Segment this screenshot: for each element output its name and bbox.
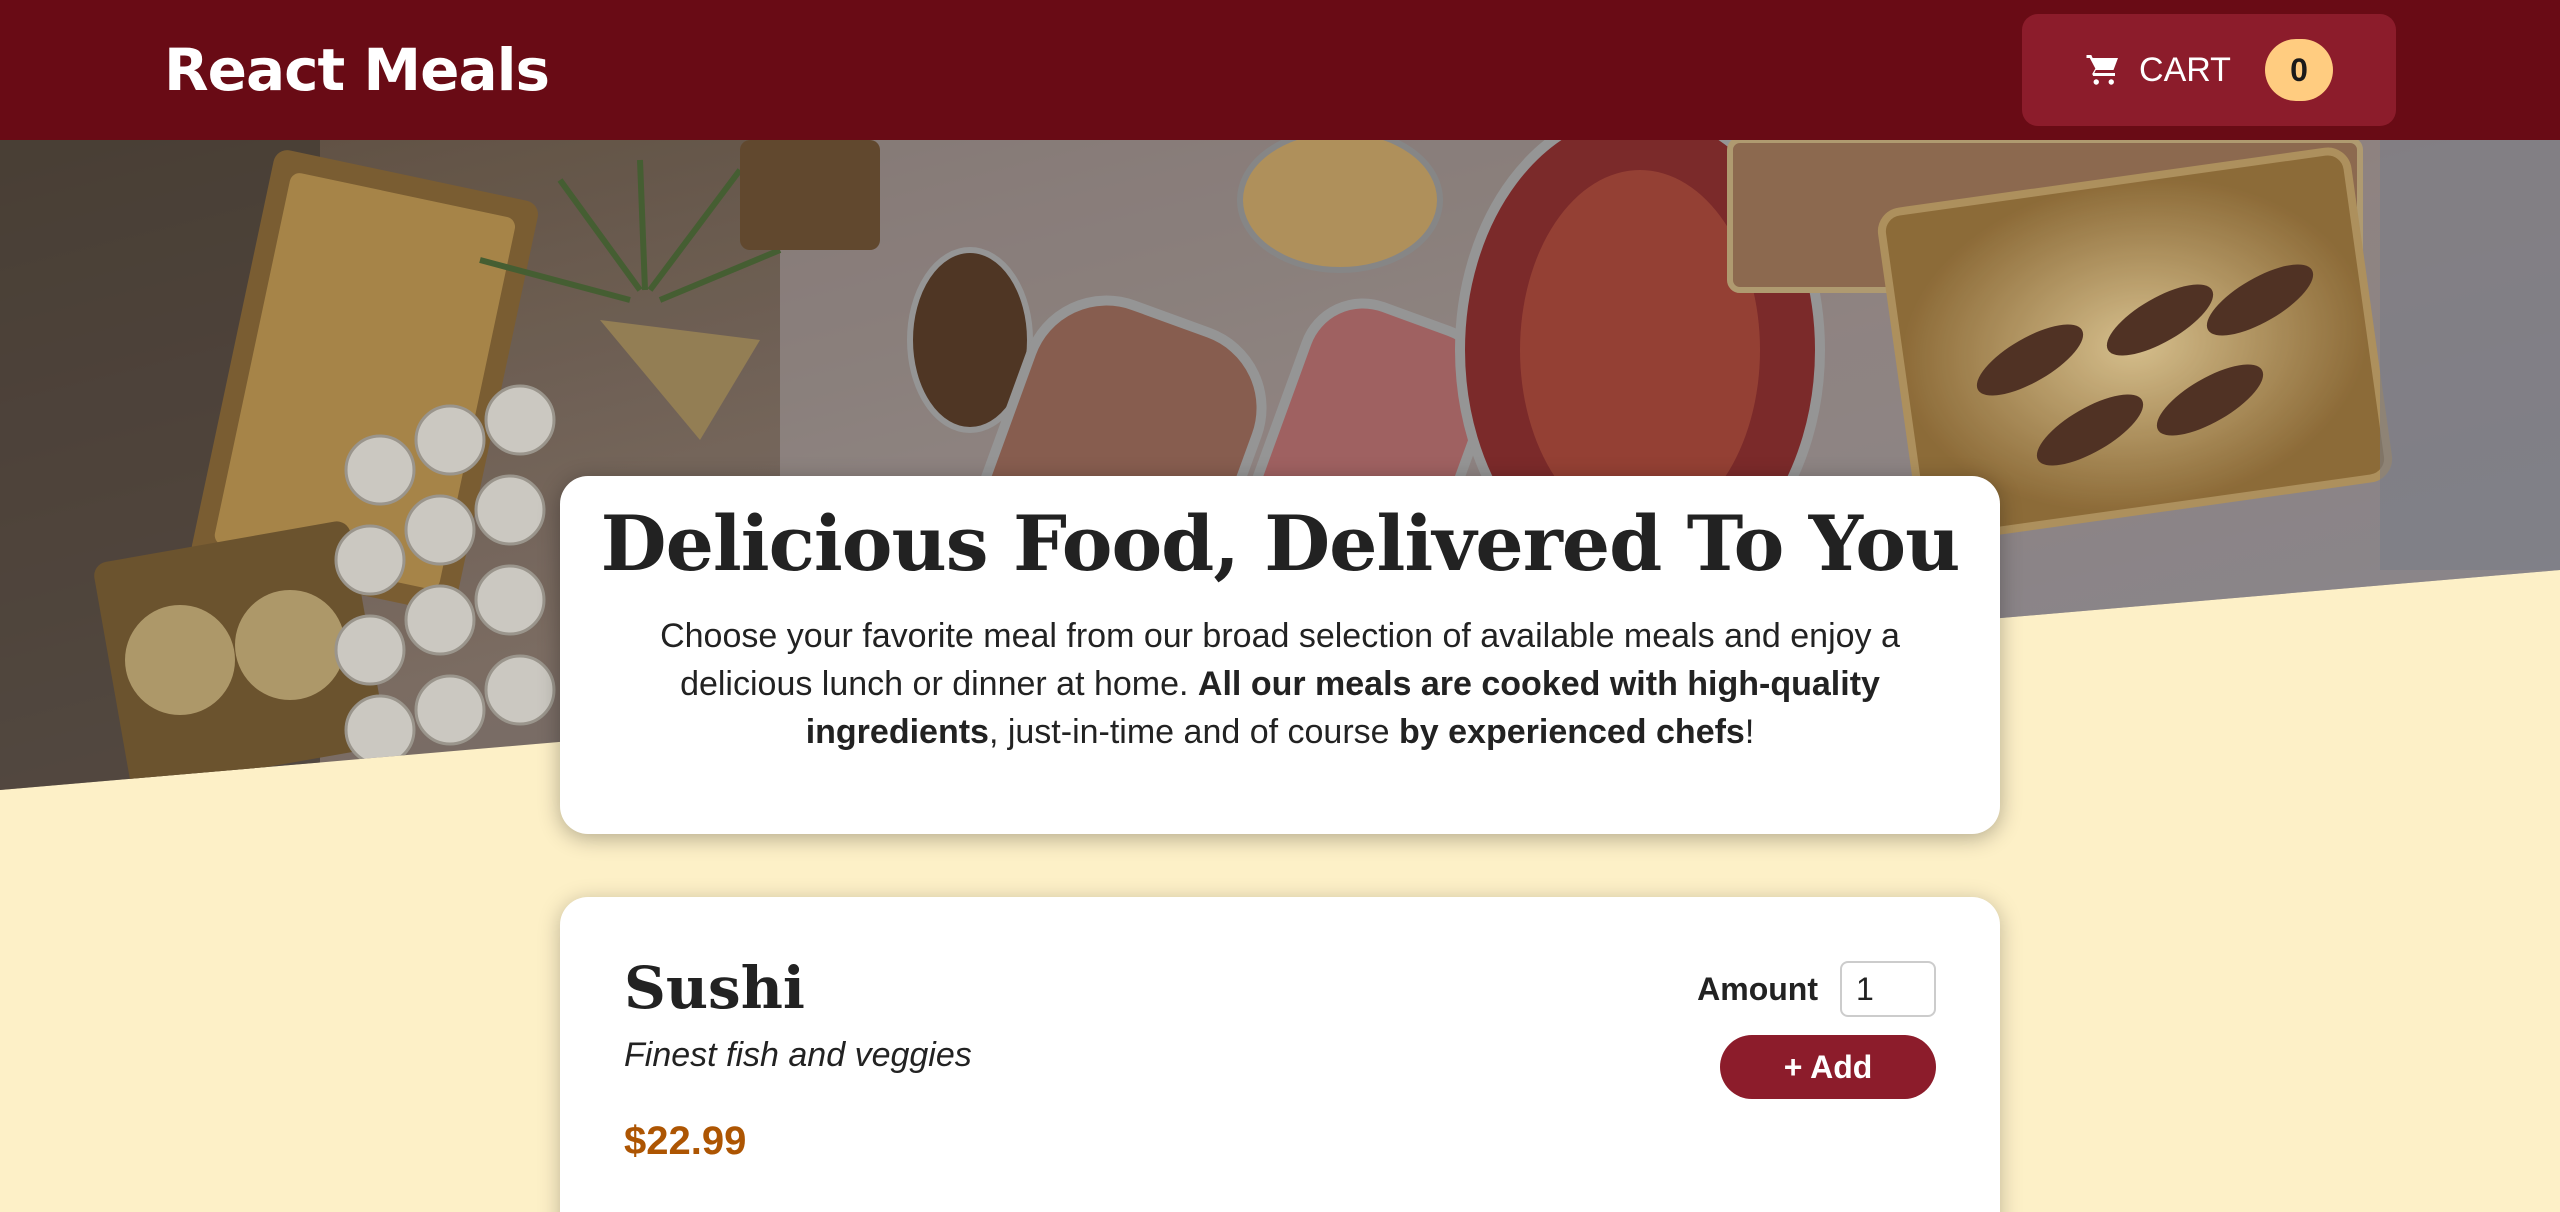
main-header: React Meals CART 0 (0, 0, 2560, 140)
amount-input[interactable] (1840, 961, 1936, 1017)
amount-row: Amount (1697, 961, 1936, 1017)
summary-text: Choose your favorite meal from our broad… (596, 612, 1964, 756)
cart-count-badge: 0 (2264, 39, 2333, 101)
cart-label: CART (2139, 50, 2231, 89)
summary-heading: Delicious Food, Delivered To You (600, 499, 1961, 588)
cart-button[interactable]: CART 0 (2022, 14, 2396, 126)
summary-text-part3: ! (1744, 712, 1755, 751)
shopping-cart-icon (2086, 55, 2119, 85)
amount-label: Amount (1697, 970, 1818, 1007)
summary-card: Delicious Food, Delivered To You Choose … (560, 476, 2000, 834)
add-to-cart-button[interactable]: + Add (1720, 1035, 1936, 1099)
meal-description: Finest fish and veggies (624, 1035, 972, 1074)
app-title: React Meals (164, 36, 550, 104)
available-meals-card: Sushi Finest fish and veggies $22.99 Amo… (560, 897, 2000, 1212)
meal-add-form: Amount + Add (1697, 955, 1936, 1164)
meal-item: Sushi Finest fish and veggies $22.99 Amo… (624, 955, 1936, 1164)
meal-price: $22.99 (624, 1118, 747, 1163)
summary-text-part2: , just-in-time and of course (988, 712, 1400, 751)
summary-text-bold2: by experienced chefs (1399, 712, 1745, 751)
meal-info: Sushi Finest fish and veggies $22.99 (624, 955, 972, 1164)
meal-name: Sushi (624, 954, 805, 1022)
